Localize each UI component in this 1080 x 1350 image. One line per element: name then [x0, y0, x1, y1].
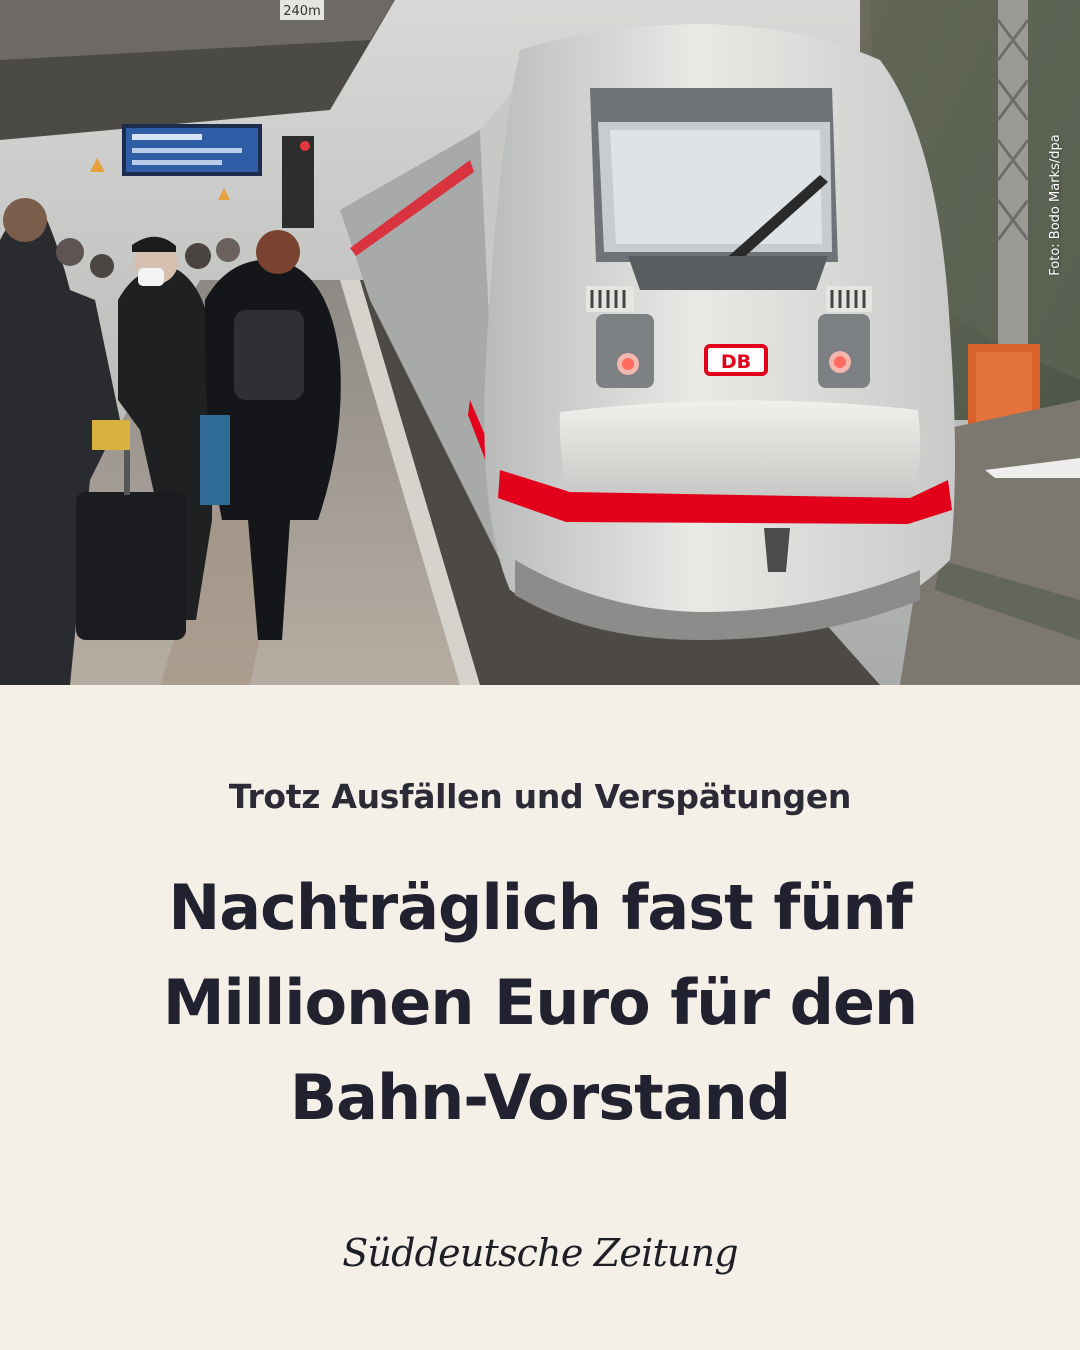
train-photo: 240m DB Foto: Bodo Marks/dpa	[0, 0, 1080, 685]
ice-train-platform-illustration: 240m DB	[0, 0, 1080, 685]
news-post-card: 240m DB Foto: Bodo Marks/dpa Trotz Ausfä…	[0, 0, 1080, 1350]
article-headline: Nachträglich fast fünf Millionen Euro fü…	[162, 871, 918, 1134]
distance-sign: 240m	[283, 4, 320, 19]
newspaper-masthead-logo: Süddeutsche Zeitung	[342, 1231, 738, 1275]
db-logo: DB	[721, 351, 751, 373]
photo-credit: Foto: Bodo Marks/dpa	[1048, 134, 1063, 276]
article-kicker: Trotz Ausfällen und Verspätungen	[228, 777, 852, 816]
article-text-block: Trotz Ausfällen und Verspätungen Nachträ…	[0, 685, 1080, 1350]
